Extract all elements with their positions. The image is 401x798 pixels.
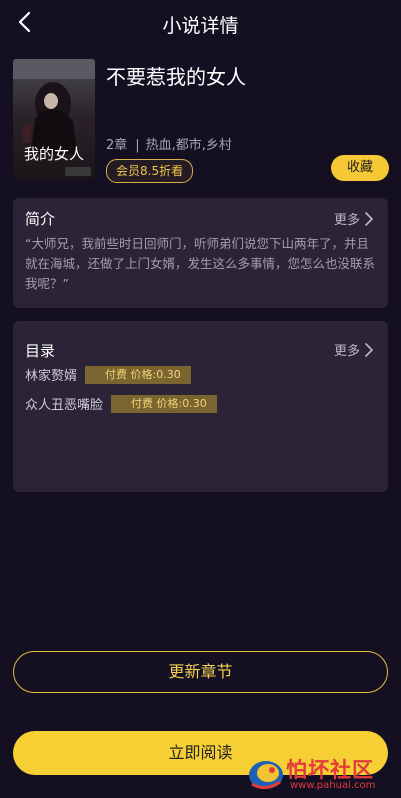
- toc-more-link[interactable]: 更多: [334, 340, 374, 359]
- cover-title-text: 我的女人: [24, 145, 84, 163]
- chapter-price-tag: 付费 价格:0.30: [85, 365, 191, 384]
- chapter-title[interactable]: 众人丑恶嘴脸: [25, 394, 103, 413]
- intro-heading: 简介: [25, 210, 56, 228]
- watermark-url: www.pahuai.com: [290, 780, 376, 791]
- toc-card: 目录 更多 林家赘婿 付费 价格:0.30 众人丑恶嘴脸 付费 价格:0.30: [13, 321, 388, 492]
- book-title: 不要惹我的女人: [106, 65, 246, 89]
- toc-more-label: 更多: [333, 344, 360, 359]
- intro-more-link[interactable]: 更多: [334, 209, 374, 228]
- watermark-logo: 怕坏社区 www.pahuai.com: [246, 752, 396, 796]
- page-title: 小说详情: [162, 15, 239, 37]
- book-meta: 2章 | 热血,都市,乡村: [106, 134, 232, 153]
- chevron-right-icon: [365, 342, 373, 357]
- vip-discount-badge: 会员8.5折看: [106, 159, 194, 183]
- toc-chapter-row[interactable]: 林家赘婿 付费 价格:0.30: [25, 365, 191, 384]
- watermark-emblem-icon: [249, 761, 283, 789]
- meta-separator: |: [135, 138, 140, 153]
- chevron-right-icon: [365, 211, 373, 226]
- intro-more-label: 更多: [333, 213, 360, 228]
- book-tags: 热血,都市,乡村: [145, 138, 232, 153]
- chapter-count: 2章: [106, 138, 128, 153]
- chapter-title[interactable]: 林家赘婿: [25, 365, 77, 384]
- book-cover-image[interactable]: 我的女人: [13, 59, 95, 179]
- toc-heading: 目录: [25, 342, 56, 360]
- intro-card: 简介 更多 “大师兄，我前些时日回师门，听师弟们说您下山两年了，并且就在海城，还…: [13, 198, 388, 308]
- top-bar: 小说详情: [0, 0, 401, 46]
- collect-button[interactable]: 收藏: [331, 155, 389, 181]
- intro-text: “大师兄，我前些时日回师门，听师弟们说您下山两年了，并且就在海城，还做了上门女婿…: [25, 236, 376, 291]
- toc-chapter-row[interactable]: 众人丑恶嘴脸 付费 价格:0.30: [25, 394, 217, 413]
- chapter-price-tag: 付费 价格:0.30: [111, 394, 217, 413]
- update-chapters-button[interactable]: 更新章节: [13, 651, 388, 693]
